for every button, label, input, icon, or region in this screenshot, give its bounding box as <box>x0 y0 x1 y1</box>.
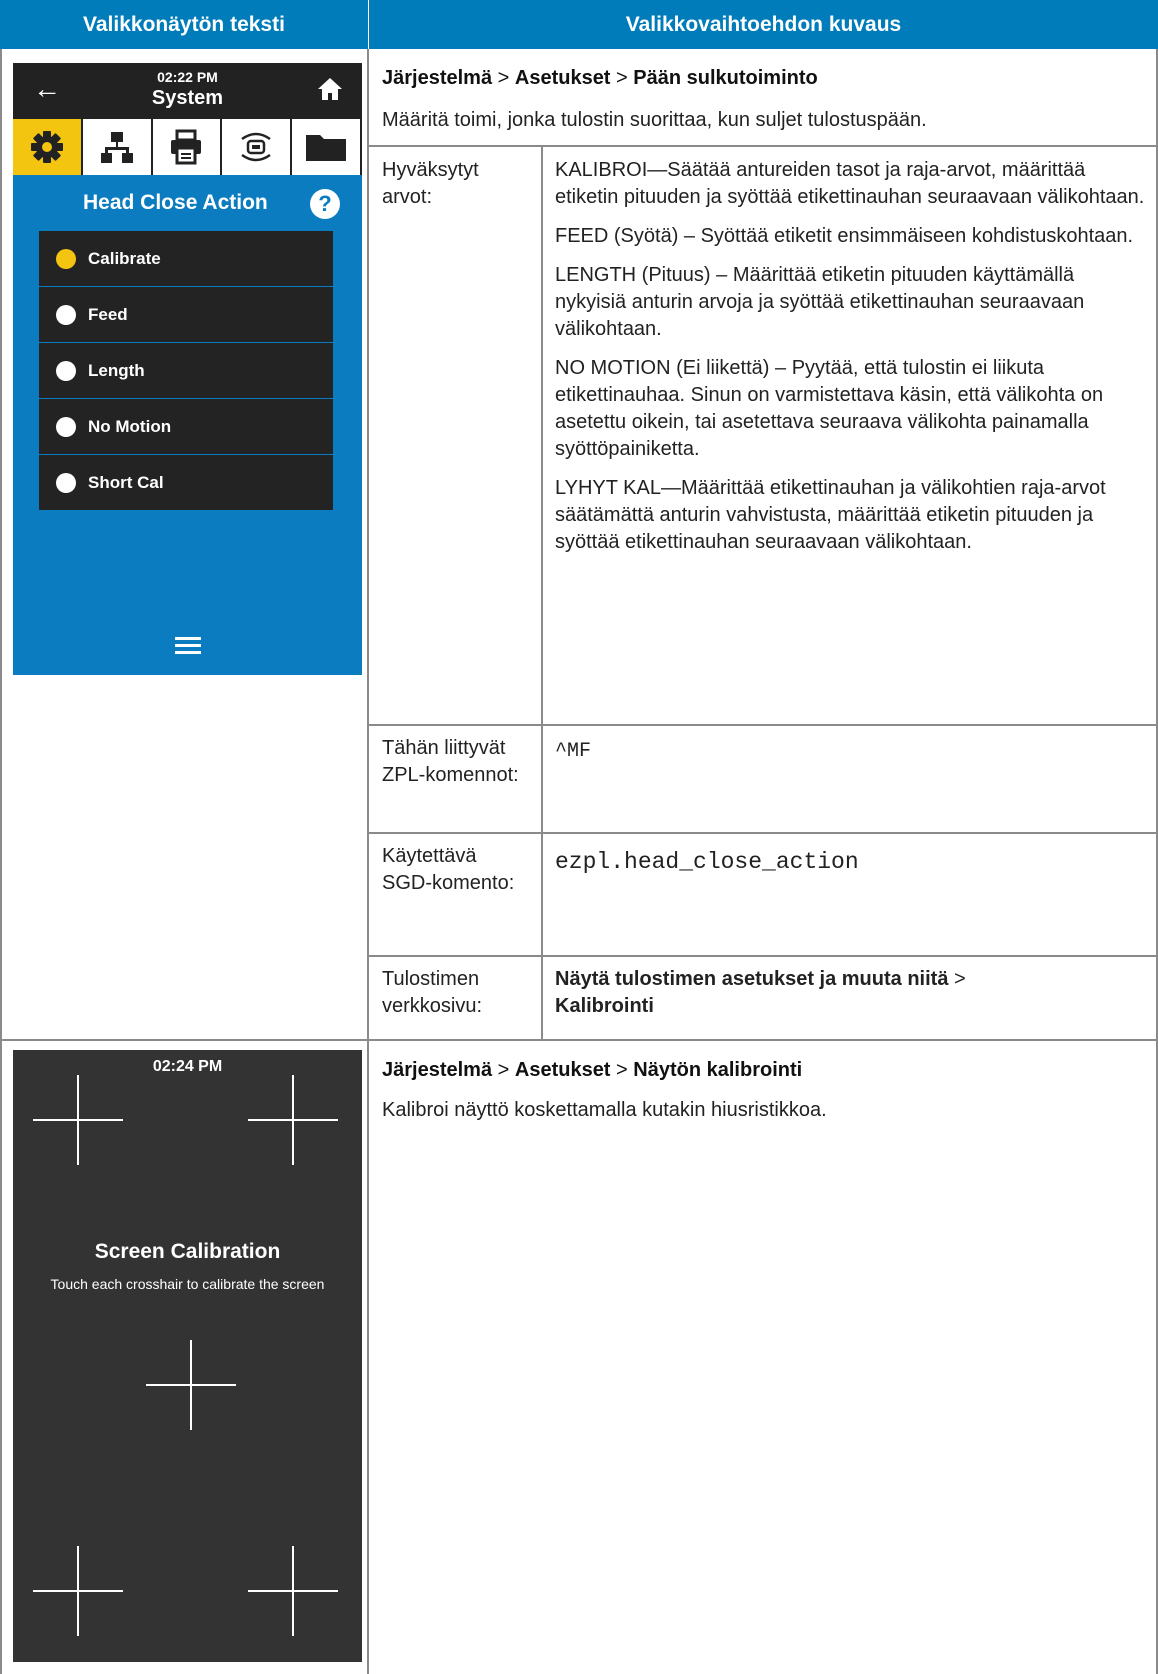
option-label: Length <box>88 360 145 380</box>
inner-row-divider <box>367 145 1158 147</box>
screen-time: 02:24 PM <box>152 1058 223 1075</box>
home-icon[interactable] <box>316 75 344 103</box>
path-separator: > <box>610 67 634 89</box>
table-border-right <box>1156 49 1158 1674</box>
column-header-menu-text: Valikkonäytön teksti <box>0 0 368 49</box>
option-label: No Motion <box>88 416 172 436</box>
table-row-divider <box>0 1039 1158 1041</box>
folder-icon <box>306 135 347 161</box>
wireless-icon <box>241 132 272 162</box>
sgd-label: Käytettävä SGD-komento: <box>382 845 515 894</box>
screen-time: 02:22 PM <box>157 69 218 85</box>
option-feed[interactable]: Feed <box>39 287 333 343</box>
inner-row-divider <box>367 955 1158 957</box>
tab-connection[interactable] <box>82 119 153 175</box>
value-short-cal: LYHYT KAL—Määrittää etikettinauhan ja vä… <box>555 477 1106 553</box>
value-feed: FEED (Syötä) – Syöttää etiketit ensimmäi… <box>555 225 1134 247</box>
calibration-instructions: Touch each crosshair to calibrate the sc… <box>50 1276 325 1292</box>
menu-path: Järjestelmä > Asetukset > Pään sulkutoim… <box>382 67 818 90</box>
accepted-values: KALIBROI—Säätää antureiden tasot ja raja… <box>555 157 1150 568</box>
option-calibrate[interactable]: Calibrate <box>39 231 333 287</box>
radio-selected-icon <box>56 248 76 269</box>
value-no-motion: NO MOTION (Ei liikettä) – Pyytää, että t… <box>555 357 1104 460</box>
zpl-command: ^MF <box>555 740 592 763</box>
setting-description: Määritä toimi, jonka tulostin suorittaa,… <box>382 109 927 131</box>
path-settings: Asetukset <box>514 1059 611 1081</box>
column-header-description: Valikkovaihtoehdon kuvaus <box>369 0 1158 49</box>
inner-column-divider <box>541 146 543 1040</box>
option-label: Feed <box>88 304 128 324</box>
path-settings: Asetukset <box>514 67 611 89</box>
zpl-label: Tähän liittyvät ZPL-komennot: <box>382 737 519 786</box>
radio-icon <box>56 304 76 325</box>
inner-row-divider <box>367 832 1158 834</box>
option-short-cal[interactable]: Short Cal <box>39 455 333 511</box>
option-no-motion[interactable]: No Motion <box>39 399 333 455</box>
sgd-command: ezpl.head_close_action <box>555 849 859 875</box>
path-item: Pään sulkutoiminto <box>633 67 818 89</box>
path-separator: > <box>610 1059 634 1081</box>
hamburger-menu-icon[interactable] <box>175 637 201 657</box>
setting-description: Kalibroi näyttö koskettamalla kutakin hi… <box>382 1099 827 1121</box>
help-icon[interactable]: ? <box>310 189 340 219</box>
web-page-label: Tulostimen verkkosivu: <box>382 968 483 1017</box>
path-separator: > <box>492 1059 515 1081</box>
tab-system[interactable] <box>13 119 83 175</box>
menu-path: Järjestelmä > Asetukset > Näytön kalibro… <box>382 1059 802 1082</box>
path-system: Järjestelmä <box>382 1059 493 1081</box>
tab-print[interactable] <box>152 119 223 175</box>
web-path-part: Näytä tulostimen asetukset ja muuta niit… <box>555 968 949 990</box>
accepted-values-label: Hyväksytyt arvot: <box>382 159 479 208</box>
path-separator: > <box>492 67 515 89</box>
path-separator: > <box>948 968 966 990</box>
value-length: LENGTH (Pituus) – Määrittää etiketin pit… <box>555 264 1085 340</box>
path-item: Näytön kalibrointi <box>633 1059 803 1081</box>
value-calibrate: KALIBROI—Säätää antureiden tasot ja raja… <box>555 159 1145 208</box>
gear-icon <box>30 131 63 163</box>
tab-storage[interactable] <box>292 119 362 175</box>
radio-icon <box>56 472 76 493</box>
network-icon <box>100 132 133 163</box>
radio-icon <box>56 416 76 437</box>
printer-screen-calibration: 02:24 PM Screen Calibration Touch each c… <box>13 1050 362 1662</box>
option-list: Calibrate Feed Length No Motion Short Ca… <box>39 231 333 511</box>
option-label: Calibrate <box>88 248 161 268</box>
screen-top-bar: ← 02:22 PM System <box>13 63 362 119</box>
web-path-part: Kalibrointi <box>555 995 654 1017</box>
screen-title-row: Head Close Action ? <box>13 189 362 223</box>
inner-row-divider <box>367 724 1158 726</box>
printer-screen-head-close-action: ← 02:22 PM System Head Close Action ? Ca… <box>13 63 362 675</box>
table-border-left <box>0 49 2 1674</box>
menu-tabs <box>13 119 362 175</box>
path-system: Järjestelmä <box>382 67 493 89</box>
screen-menu-title: System <box>151 87 224 109</box>
calibration-title: Screen Calibration <box>94 1240 281 1263</box>
option-label: Short Cal <box>88 472 164 492</box>
web-page-path: Näytä tulostimen asetukset ja muuta niit… <box>555 966 1150 1020</box>
table-column-divider <box>367 49 369 1674</box>
radio-icon <box>56 360 76 381</box>
option-length[interactable]: Length <box>39 343 333 399</box>
screen-title: Head Close Action <box>83 191 268 214</box>
tab-rfid[interactable] <box>222 119 293 175</box>
printer-icon <box>171 129 202 165</box>
